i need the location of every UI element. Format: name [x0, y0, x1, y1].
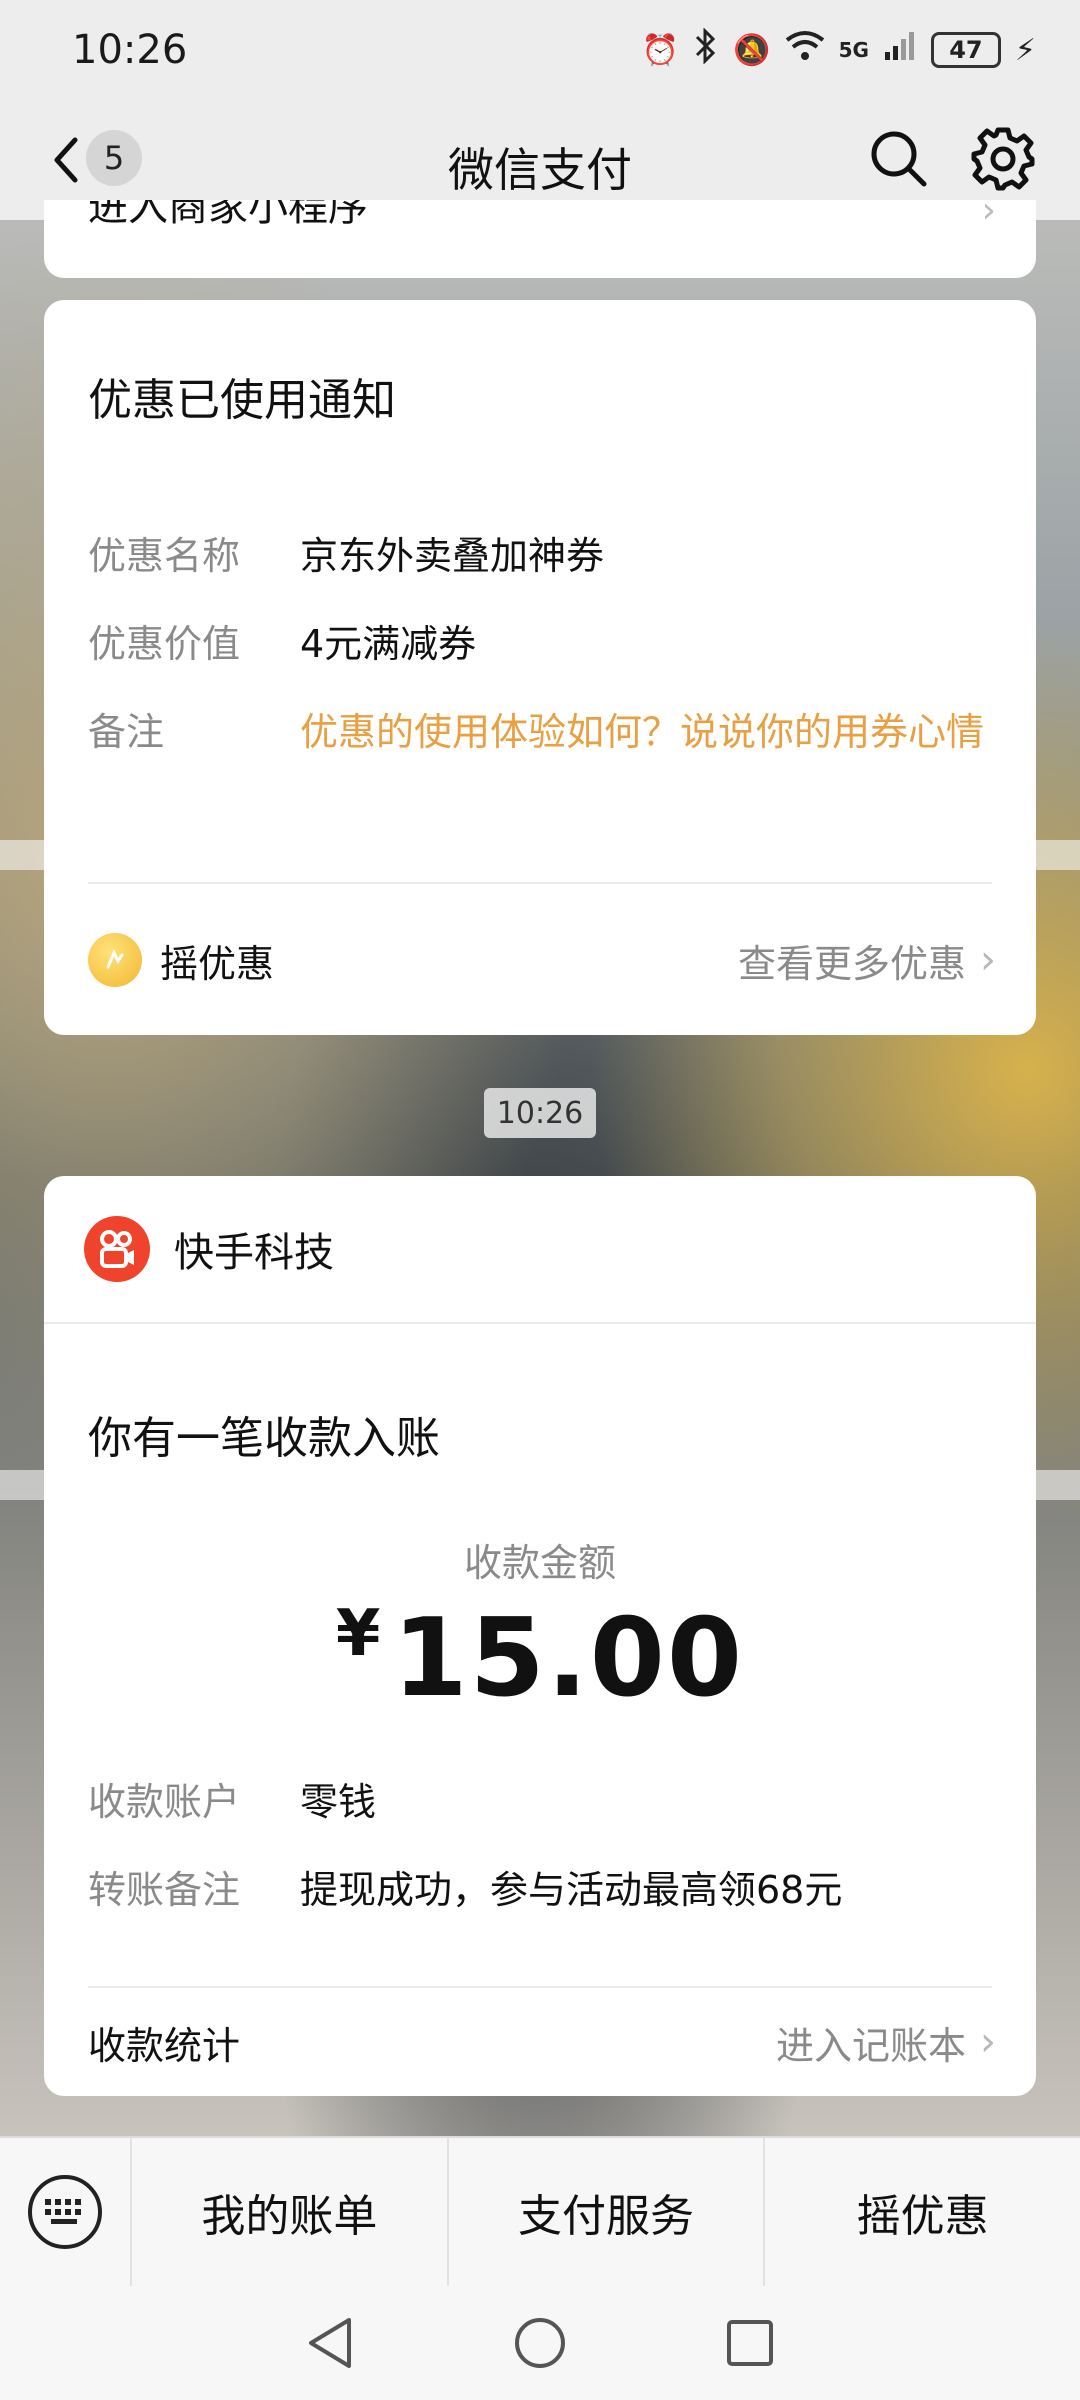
settings-button[interactable] — [970, 126, 1036, 192]
amount-number: 15.00 — [392, 1596, 745, 1721]
menu-payment-services[interactable]: 支付服务 — [446, 2137, 764, 2287]
battery-indicator: 47 — [930, 32, 1001, 68]
status-icons: ⏰ 🔕 5G 47 ⚡ — [641, 27, 1036, 72]
circle-home-icon — [515, 2318, 565, 2368]
more-coupons-link[interactable]: 查看更多优惠 › — [738, 933, 996, 988]
mute-icon: 🔕 — [733, 32, 771, 68]
chevron-right-icon: › — [980, 2019, 996, 2065]
gear-icon — [971, 127, 1035, 191]
row-label: 备注 — [88, 710, 165, 754]
row-label: 收款账户 — [88, 1780, 241, 1824]
unread-count-badge[interactable]: 5 — [86, 130, 142, 186]
row-value: 提现成功，参与活动最高领68元 — [300, 1868, 843, 1912]
transfer-note-row: 转账备注 提现成功，参与活动最高领68元 — [88, 1862, 996, 1919]
wifi-icon — [785, 30, 825, 70]
card-title: 优惠已使用通知 — [88, 375, 396, 426]
status-bar: 10:26 ⏰ 🔕 5G 47 ⚡ — [0, 0, 1080, 100]
merchant-name: 快手科技 — [174, 1230, 334, 1276]
divider — [88, 882, 992, 884]
receipt-stats-label: 收款统计 — [88, 2023, 241, 2068]
keyboard-toggle-button[interactable] — [0, 2137, 130, 2287]
menu-my-bills[interactable]: 我的账单 — [130, 2137, 447, 2287]
message-timestamp: 10:26 — [484, 1088, 596, 1138]
keyboard-icon — [28, 2175, 102, 2249]
coupon-note-row: 备注 优惠的使用体验如何？说说你的用券心情 — [88, 704, 996, 761]
merchant-miniprogram-link[interactable]: 进入商家小程序 — [88, 200, 368, 232]
coupon-card-footer[interactable]: 摇优惠 查看更多优惠 › — [88, 900, 996, 1020]
alarm-icon: ⏰ — [641, 32, 680, 68]
footer-link-label: 进入记账本 — [775, 2023, 966, 2068]
status-time: 10:26 — [72, 27, 188, 73]
footer-label: 摇优惠 — [160, 941, 275, 986]
coupon-name-row: 优惠名称 京东外卖叠加神券 — [88, 528, 996, 585]
yao-youhui-entry[interactable]: 摇优惠 — [88, 933, 274, 988]
row-label: 优惠价值 — [88, 622, 241, 666]
row-label: 优惠名称 — [88, 534, 241, 578]
system-recents-button[interactable] — [720, 2313, 780, 2373]
chevron-right-icon: › — [981, 200, 996, 231]
amount-value: ¥15.00 — [44, 1596, 1036, 1721]
system-navigation-bar — [0, 2286, 1080, 2400]
card-title: 你有一笔收款入账 — [88, 1413, 440, 1464]
network-label: 5G — [838, 38, 869, 62]
footer-link-label: 查看更多优惠 — [737, 941, 966, 986]
signal-icon — [883, 30, 917, 70]
system-back-button[interactable] — [300, 2313, 360, 2373]
row-label: 转账备注 — [88, 1868, 241, 1912]
coupon-value-row: 优惠价值 4元满减券 — [88, 616, 996, 673]
merchant-header[interactable]: 快手科技 — [44, 1176, 1036, 1324]
feedback-link[interactable]: 优惠的使用体验如何？说说你的用券心情 — [300, 704, 996, 761]
currency-symbol: ¥ — [335, 1597, 381, 1671]
receipt-account-row: 收款账户 零钱 — [88, 1774, 996, 1831]
ledger-link[interactable]: 进入记账本 › — [776, 2015, 996, 2070]
kuaishou-logo-icon — [84, 1216, 150, 1282]
yao-youhui-icon — [88, 933, 142, 987]
row-value: 零钱 — [300, 1780, 377, 1824]
coupon-used-card[interactable]: 优惠已使用通知 优惠名称 京东外卖叠加神券 优惠价值 4元满减券 备注 优惠的使… — [44, 300, 1036, 1035]
square-recents-icon — [727, 2320, 773, 2366]
divider — [88, 1986, 992, 1988]
amount-label: 收款金额 — [463, 1541, 616, 1585]
menu-yao-youhui[interactable]: 摇优惠 — [763, 2137, 1080, 2287]
search-icon — [871, 131, 927, 187]
bottom-menu: 我的账单 支付服务 摇优惠 — [0, 2136, 1080, 2287]
charging-icon: ⚡ — [1014, 32, 1036, 68]
search-button[interactable] — [866, 126, 930, 190]
merchant-miniprogram-card[interactable]: 进入商家小程序 › — [44, 200, 1036, 278]
chevron-left-icon — [54, 137, 78, 183]
system-home-button[interactable] — [510, 2313, 570, 2373]
chevron-right-icon: › — [980, 937, 996, 983]
bluetooth-icon — [693, 27, 719, 72]
triangle-back-icon — [309, 2318, 351, 2368]
row-value: 京东外卖叠加神券 — [300, 534, 605, 578]
receipt-card-footer[interactable]: 收款统计 进入记账本 › — [88, 1990, 996, 2094]
payment-received-card[interactable]: 快手科技 你有一笔收款入账 收款金额 ¥15.00 收款账户 零钱 转账备注 提… — [44, 1176, 1036, 2096]
row-value: 4元满减券 — [300, 622, 477, 666]
